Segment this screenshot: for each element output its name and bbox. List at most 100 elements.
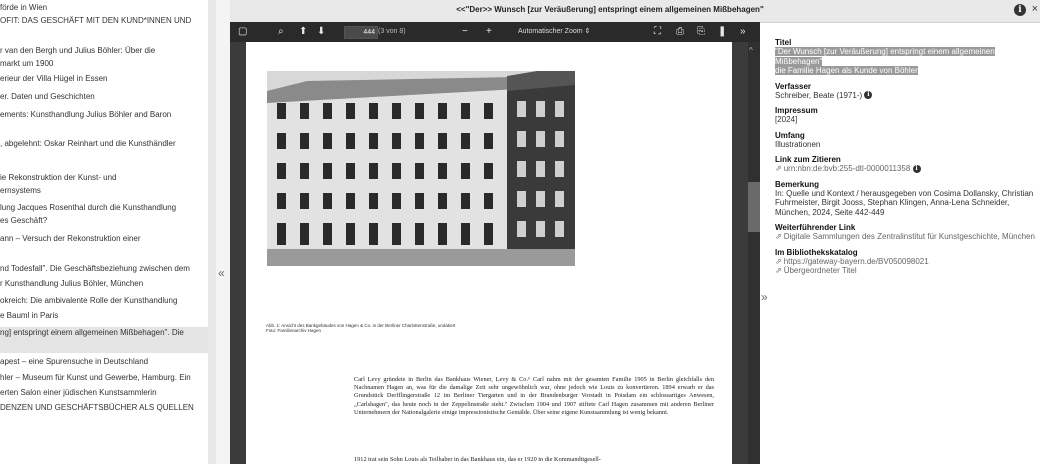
toc-item[interactable]: ernsystems <box>0 185 210 197</box>
info-icon[interactable]: i <box>864 91 873 100</box>
expand-right-icon[interactable]: » <box>761 290 768 304</box>
further-link[interactable]: Digitale Sammlungen des Zentralinstitut … <box>784 232 1035 241</box>
document-title: <<"Der>> Wunsch [zur Veräußerung] entspr… <box>456 5 764 14</box>
title-bar: <<"Der>> Wunsch [zur Veräußerung] entspr… <box>230 0 1040 23</box>
catalog-label: Im Bibliothekskatalog <box>775 247 858 257</box>
toc-item-label: okreich: Die ambivalente Rolle der Kunst… <box>0 296 178 305</box>
toc-scrollbar[interactable] <box>208 0 216 464</box>
toc-item-label: es Geschäft? <box>0 216 48 225</box>
print-icon[interactable]: ⎙ <box>676 26 684 38</box>
pdf-viewer: ▢ ⌕ ⬆ ⬇ (3 von 8) − + Automatischer Zoom… <box>230 22 760 464</box>
toc-item[interactable]: r Kunsthandlung Julius Böhler, München <box>0 278 210 290</box>
info-icon[interactable]: i <box>912 164 921 173</box>
title-line-1: "Der Wunsch [zur Veräußerung] entspringt… <box>775 47 995 56</box>
close-icon[interactable]: × <box>1032 3 1038 15</box>
imprint-label: Impressum <box>775 106 818 115</box>
toc-item[interactable]: ie Rekonstruktion der Kunst- und <box>0 172 210 184</box>
pdf-page: Abb. 1: Ansicht des Bankgebäudes von Hag… <box>246 42 732 464</box>
external-link-icon: ⇗ <box>775 232 782 241</box>
toc-item[interactable]: apest – eine Spurensuche in Deutschland <box>0 356 210 368</box>
toc-item-label: r van den Bergh und Julius Böhler: Über … <box>0 46 156 55</box>
toc-item-label: erieur der Villa Hügel in Essen <box>0 74 108 83</box>
note-label: Bemerkung <box>775 179 820 189</box>
zoom-select[interactable]: Automatischer Zoom ⇕ <box>518 27 590 35</box>
further-link-label: Weiterführender Link <box>775 223 856 232</box>
external-link-icon: ⇗ <box>775 256 782 266</box>
toc-item-label: ements: Kunsthandlung Julius Böhler and … <box>0 110 172 119</box>
imprint-value: [2024] <box>775 115 798 124</box>
pdf-scrollbar-thumb[interactable] <box>748 182 760 232</box>
toc-item[interactable]: erieur der Villa Hügel in Essen <box>0 73 210 85</box>
toc-item[interactable]: e Bauml in Paris <box>0 310 210 322</box>
cite-link[interactable]: urn:nbn:de:bvb:255-dtl-0000011358 <box>784 164 911 173</box>
toc-item-label: hler – Museum für Kunst und Gewerbe, Ham… <box>0 373 191 382</box>
external-link-icon: ⇗ <box>775 266 782 275</box>
previous-page-icon[interactable]: ⬆ <box>299 26 307 38</box>
parent-title-link[interactable]: Übergeordneter Titel <box>784 266 857 275</box>
toc-item[interactable]: er. Daten und Geschichten <box>0 91 210 103</box>
toc-item-label: markt um 1900 <box>0 59 54 68</box>
zoom-out-button[interactable]: − <box>462 26 468 38</box>
body-paragraph: Carl Levy gründete in Berlin das Bankhau… <box>354 376 714 416</box>
toc-item-label: erten Salon einer jüdischen Kunstsammler… <box>0 388 157 397</box>
search-icon[interactable]: ⌕ <box>278 26 284 38</box>
title-line-2: Mißbehagen" <box>775 56 823 66</box>
pdf-toolbar: ▢ ⌕ ⬆ ⬇ (3 von 8) − + Automatischer Zoom… <box>230 22 760 42</box>
toc-item-label: e Bauml in Paris <box>0 311 59 320</box>
toc-item[interactable]: förde in Wien <box>0 2 210 14</box>
catalog-link[interactable]: https://gateway-bayern.de/BV050098021 <box>784 257 929 266</box>
body-paragraph-2: 1912 trat sein Sohn Louis als Teilhaber … <box>354 456 601 463</box>
external-link-icon: ⇗ <box>775 164 782 173</box>
scroll-up-icon[interactable]: ^ <box>749 46 753 55</box>
panel-divider <box>216 0 230 464</box>
toc-item-label: ng] entspringt einem allgemeinen Mißbeha… <box>0 328 184 337</box>
zoom-in-button[interactable]: + <box>486 26 492 38</box>
toc-item-label: lung Jacques Rosenthal durch die Kunstha… <box>0 203 177 212</box>
toc-item[interactable]: ng] entspringt einem allgemeinen Mißbeha… <box>0 327 210 353</box>
toc-item[interactable]: markt um 1900 <box>0 58 210 70</box>
toc-item[interactable]: hler – Museum für Kunst und Gewerbe, Ham… <box>0 372 210 384</box>
toc-item[interactable]: , abgelehnt: Oskar Reinhart und die Kuns… <box>0 138 210 150</box>
bookmark-icon[interactable]: ❚ <box>718 26 726 38</box>
toc-item-label: OFIT: DAS GESCHÄFT MIT DEN KUND*INNEN UN… <box>0 16 192 25</box>
photo-credit: Foto: Familienarchiv Hagen <box>266 328 322 333</box>
toc-item-label: r Kunsthandlung Julius Böhler, München <box>0 279 144 288</box>
toc-item-label: ie Rekonstruktion der Kunst- und <box>0 173 117 182</box>
toc-item[interactable]: ann – Versuch der Rekonstruktion einer <box>0 233 210 245</box>
presentation-mode-icon[interactable]: ⛶ <box>654 26 661 38</box>
toc-item[interactable]: OFIT: DAS GESCHÄFT MIT DEN KUND*INNEN UN… <box>0 15 210 27</box>
cite-link-label: Link zum Zitieren <box>775 155 841 164</box>
bank-building-photo <box>267 71 575 266</box>
toc-item[interactable]: DENZEN UND GESCHÄFTSBÜCHER ALS QUELLEN <box>0 402 210 414</box>
toc-item[interactable]: nd Todesfall". Die Geschäftsbeziehung zw… <box>0 263 210 275</box>
toc-item[interactable]: r van den Bergh und Julius Böhler: Über … <box>0 45 210 57</box>
toc-item-label: , abgelehnt: Oskar Reinhart und die Kuns… <box>0 139 176 148</box>
extent-value: Illustrationen <box>775 139 821 149</box>
subtitle: die Familie Hagen als Kunde von Böhler <box>775 66 918 75</box>
toc-item[interactable]: okreich: Die ambivalente Rolle der Kunst… <box>0 295 210 307</box>
toc-item-label: er. Daten und Geschichten <box>0 92 95 101</box>
note-value: In: Quelle und Kontext / herausgegeben v… <box>775 188 1034 217</box>
toc-item[interactable]: erten Salon einer jüdischen Kunstsammler… <box>0 387 210 399</box>
pdf-scrollbar-track[interactable] <box>748 42 760 464</box>
toc-item[interactable]: lung Jacques Rosenthal durch die Kunstha… <box>0 202 210 214</box>
author-label: Verfasser <box>775 81 812 91</box>
toc-item-label: DENZEN UND GESCHÄFTSBÜCHER ALS QUELLEN <box>0 403 194 412</box>
toc-item-label: förde in Wien <box>0 3 48 12</box>
collapse-left-icon[interactable]: « <box>218 266 225 280</box>
toc-item-label: apest – eine Spurensuche in Deutschland <box>0 357 149 366</box>
info-icon[interactable]: i <box>1014 4 1026 16</box>
author-value[interactable]: Schreiber, Beate (1971-) <box>775 91 862 100</box>
toc-item[interactable]: ements: Kunsthandlung Julius Böhler and … <box>0 109 210 121</box>
page-number-input[interactable] <box>344 26 378 39</box>
toc-item-label: nd Todesfall". Die Geschäftsbeziehung zw… <box>0 264 190 273</box>
toc-item[interactable]: es Geschäft? <box>0 215 210 227</box>
more-tools-icon[interactable]: » <box>740 26 746 38</box>
sidebar-toggle-icon[interactable]: ▢ <box>238 26 247 38</box>
page-count: (3 von 8) <box>378 28 406 35</box>
title-label: Titel <box>775 38 792 47</box>
toc-item-label: ernsystems <box>0 186 41 195</box>
metadata-panel: Titel "Der Wunsch [zur Veräußerung] ents… <box>775 38 1037 276</box>
save-icon[interactable]: ⎘ <box>697 26 705 38</box>
next-page-icon[interactable]: ⬇ <box>317 26 325 38</box>
